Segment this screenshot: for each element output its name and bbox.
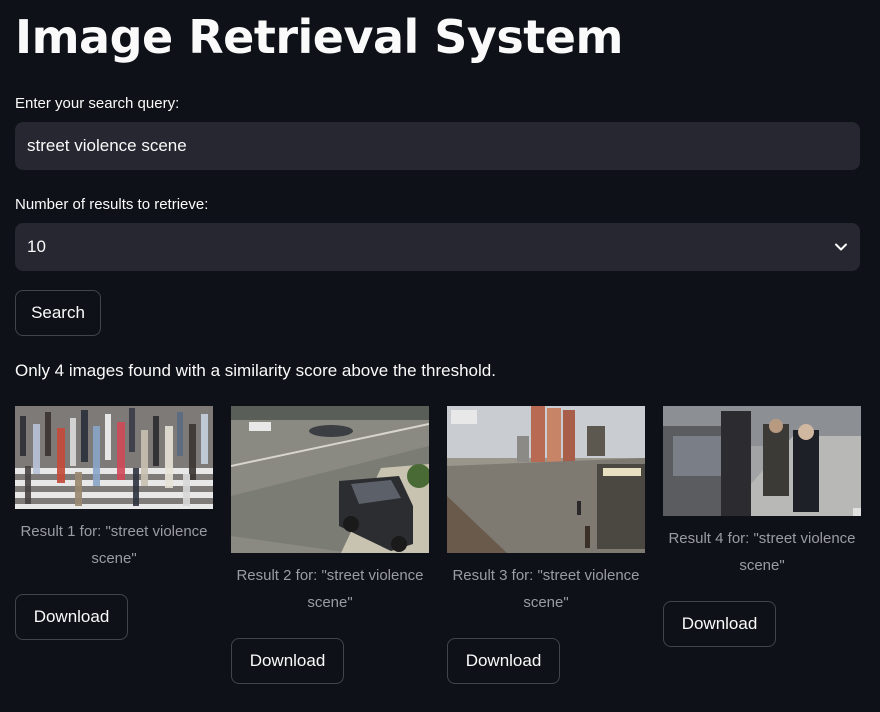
result-caption-1: Result 1 for: "street violence scene" [20, 523, 208, 567]
result-caption-4: Result 4 for: "street violence scene" [668, 530, 856, 574]
result-image-4 [663, 406, 861, 516]
result-image-3 [447, 406, 645, 553]
result-card-4: Result 4 for: "street violence scene" [663, 406, 861, 579]
download-button-1[interactable]: Download [15, 594, 128, 640]
app-page: Image Retrieval System Enter your search… [0, 0, 880, 712]
result-card-1: Result 1 for: "street violence scene" [15, 406, 213, 572]
result-image-1 [15, 406, 213, 509]
num-results-select[interactable]: 10 [15, 223, 860, 271]
search-query-field[interactable] [15, 122, 860, 170]
search-input[interactable] [27, 136, 848, 156]
result-image-2 [231, 406, 429, 553]
download-button-4[interactable]: Download [663, 601, 776, 647]
num-results-value: 10 [27, 237, 46, 256]
chevron-down-icon [835, 243, 847, 251]
result-caption-3: Result 3 for: "street violence scene" [452, 567, 640, 611]
page-title: Image Retrieval System [15, 10, 623, 64]
search-button[interactable]: Search [15, 290, 101, 336]
status-message: Only 4 images found with a similarity sc… [15, 361, 496, 380]
download-button-2[interactable]: Download [231, 638, 344, 684]
result-card-3: Result 3 for: "street violence scene" [447, 406, 645, 616]
result-card-2: Result 2 for: "street violence scene" [231, 406, 429, 616]
query-label: Enter your search query: [15, 95, 180, 112]
download-button-3[interactable]: Download [447, 638, 560, 684]
num-results-label: Number of results to retrieve: [15, 196, 209, 213]
result-caption-2: Result 2 for: "street violence scene" [236, 567, 424, 611]
